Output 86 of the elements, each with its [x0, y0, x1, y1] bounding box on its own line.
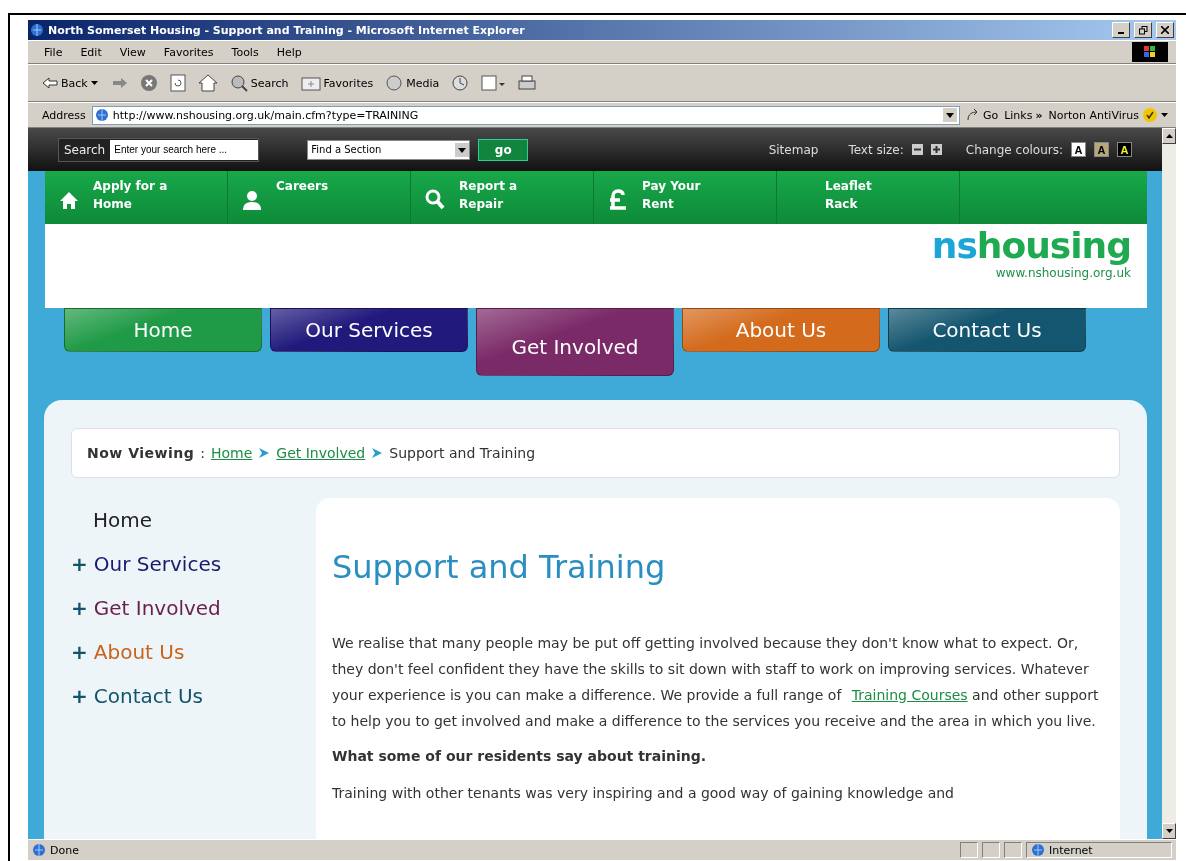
dropdown-icon[interactable] — [942, 108, 957, 122]
chevron-right-icon — [371, 447, 384, 459]
chevron-right-icon — [258, 447, 271, 459]
intro-paragraph: We realise that many people may be put off getting involved because they don't know what to expect. Or, they don't feel confident they have the skills to sit down with staff to work on improving services. Whatever your experience is you can make a difference. We provide a full range of Training Courses and other support to help you to get involved and make a difference to the services you receive and the area in which you live. — [332, 634, 1100, 731]
media-button[interactable]: Media — [385, 74, 440, 92]
sidebar-link[interactable]: + Our Services — [71, 552, 276, 576]
sidebar-link[interactable]: + Contact Us — [71, 684, 276, 708]
go-button[interactable]: go — [478, 138, 529, 161]
caret-icon — [90, 81, 98, 85]
back-arrow-icon — [42, 77, 58, 89]
home-icon[interactable] — [197, 74, 218, 92]
security-zone: Internet — [1026, 842, 1172, 858]
windows-logo-icon — [1132, 42, 1168, 62]
page-heading: Support and Training — [332, 548, 667, 586]
search-icon — [229, 74, 248, 92]
menu-item[interactable]: View — [117, 45, 148, 59]
scroll-up-button[interactable] — [1162, 128, 1176, 144]
section-select[interactable]: Find a Section — [307, 139, 471, 160]
colour-scheme-button[interactable]: A — [1071, 142, 1086, 157]
status-pane — [1004, 842, 1022, 858]
printer-icon[interactable] — [517, 74, 538, 92]
search-icon — [425, 189, 445, 211]
window-title: North Somerset Housing - Support and Training - Microsoft Internet Explorer — [48, 23, 526, 37]
stop-icon[interactable] — [139, 74, 158, 92]
search-button[interactable]: Search — [229, 74, 289, 92]
page-icon — [94, 108, 109, 122]
training-courses-link[interactable]: Training Courses — [851, 687, 968, 703]
menu-item[interactable]: Favorites — [161, 45, 216, 59]
restore-button[interactable] — [1134, 22, 1152, 38]
curved-arrow-icon — [965, 109, 980, 121]
menu-item[interactable]: Edit — [78, 45, 104, 59]
breadcrumb-current: Support and Training — [389, 445, 536, 461]
text-size-label: Text size: — [848, 142, 904, 157]
caret-icon — [1161, 113, 1168, 117]
pound-icon — [608, 189, 628, 211]
go-button[interactable]: Go — [965, 108, 999, 122]
refresh-icon[interactable] — [169, 74, 186, 92]
breadcrumb-separator: : — [200, 445, 205, 461]
favorites-button[interactable]: Favorites — [300, 75, 374, 91]
nav-tab[interactable]: About Us — [682, 308, 880, 352]
breadcrumb-link[interactable]: Get Involved — [276, 445, 366, 461]
close-button[interactable] — [1156, 22, 1174, 38]
check-badge-icon — [1142, 107, 1158, 123]
scroll-down-button[interactable] — [1162, 823, 1176, 839]
logo-url: www.nshousing.org.uk — [995, 266, 1131, 280]
sidebar-link[interactable]: Home — [71, 508, 276, 532]
up-arrow-icon — [1165, 134, 1173, 138]
breadcrumb-link[interactable]: Home — [210, 445, 253, 461]
links-button[interactable]: Links » — [1004, 108, 1043, 122]
nav-tab[interactable]: Our Services — [270, 308, 468, 352]
sidebar-link[interactable]: + Get Involved — [71, 596, 276, 620]
sidebar-link[interactable]: + About Us — [71, 640, 276, 664]
section-heading: What some of our residents say about training. — [332, 748, 708, 764]
menu-item[interactable]: File — [42, 45, 65, 59]
address-label: Address — [42, 108, 86, 122]
norton-antivirus-button[interactable]: Norton AntiVirus — [1048, 107, 1168, 123]
menu-item[interactable]: Tools — [229, 45, 261, 59]
status-pane — [960, 842, 978, 858]
dropdown-icon — [455, 142, 470, 157]
down-arrow-icon — [1165, 829, 1173, 833]
colour-scheme-button[interactable]: A — [1094, 142, 1109, 157]
quote-paragraph: Training with other tenants was very inspiring and a good way of gaining knowledge and — [332, 784, 955, 803]
back-button[interactable]: Back — [42, 76, 98, 90]
nav-tab[interactable]: Home — [64, 308, 262, 352]
nav-tab[interactable]: Contact Us — [888, 308, 1086, 352]
address-field[interactable]: http://www.nshousing.org.uk/main.cfm?type=TRAINING — [91, 105, 960, 125]
history-icon[interactable] — [451, 74, 470, 92]
colour-scheme-button[interactable]: A — [1117, 142, 1132, 157]
minimize-button[interactable] — [1112, 22, 1130, 38]
ie-globe-icon — [30, 23, 44, 37]
folder-icon — [300, 75, 321, 91]
person-icon — [242, 189, 262, 211]
breadcrumb-label: Now Viewing — [87, 445, 195, 461]
status-pane — [982, 842, 1000, 858]
site-search-field[interactable]: Search Enter your search here ... — [58, 137, 260, 162]
increase-text-icon[interactable] — [930, 144, 942, 155]
nav-tab[interactable]: Get Involved — [476, 308, 674, 376]
menu-item[interactable]: Help — [274, 45, 304, 59]
house-icon — [59, 189, 79, 211]
restore-icon — [1138, 25, 1148, 35]
decrease-text-icon[interactable] — [911, 144, 923, 155]
page-icon — [32, 843, 46, 857]
status-text: Done — [50, 843, 80, 857]
sitemap-link[interactable]: Sitemap — [768, 142, 819, 157]
close-icon — [1161, 26, 1169, 34]
change-colours-label: Change colours: — [965, 142, 1063, 157]
